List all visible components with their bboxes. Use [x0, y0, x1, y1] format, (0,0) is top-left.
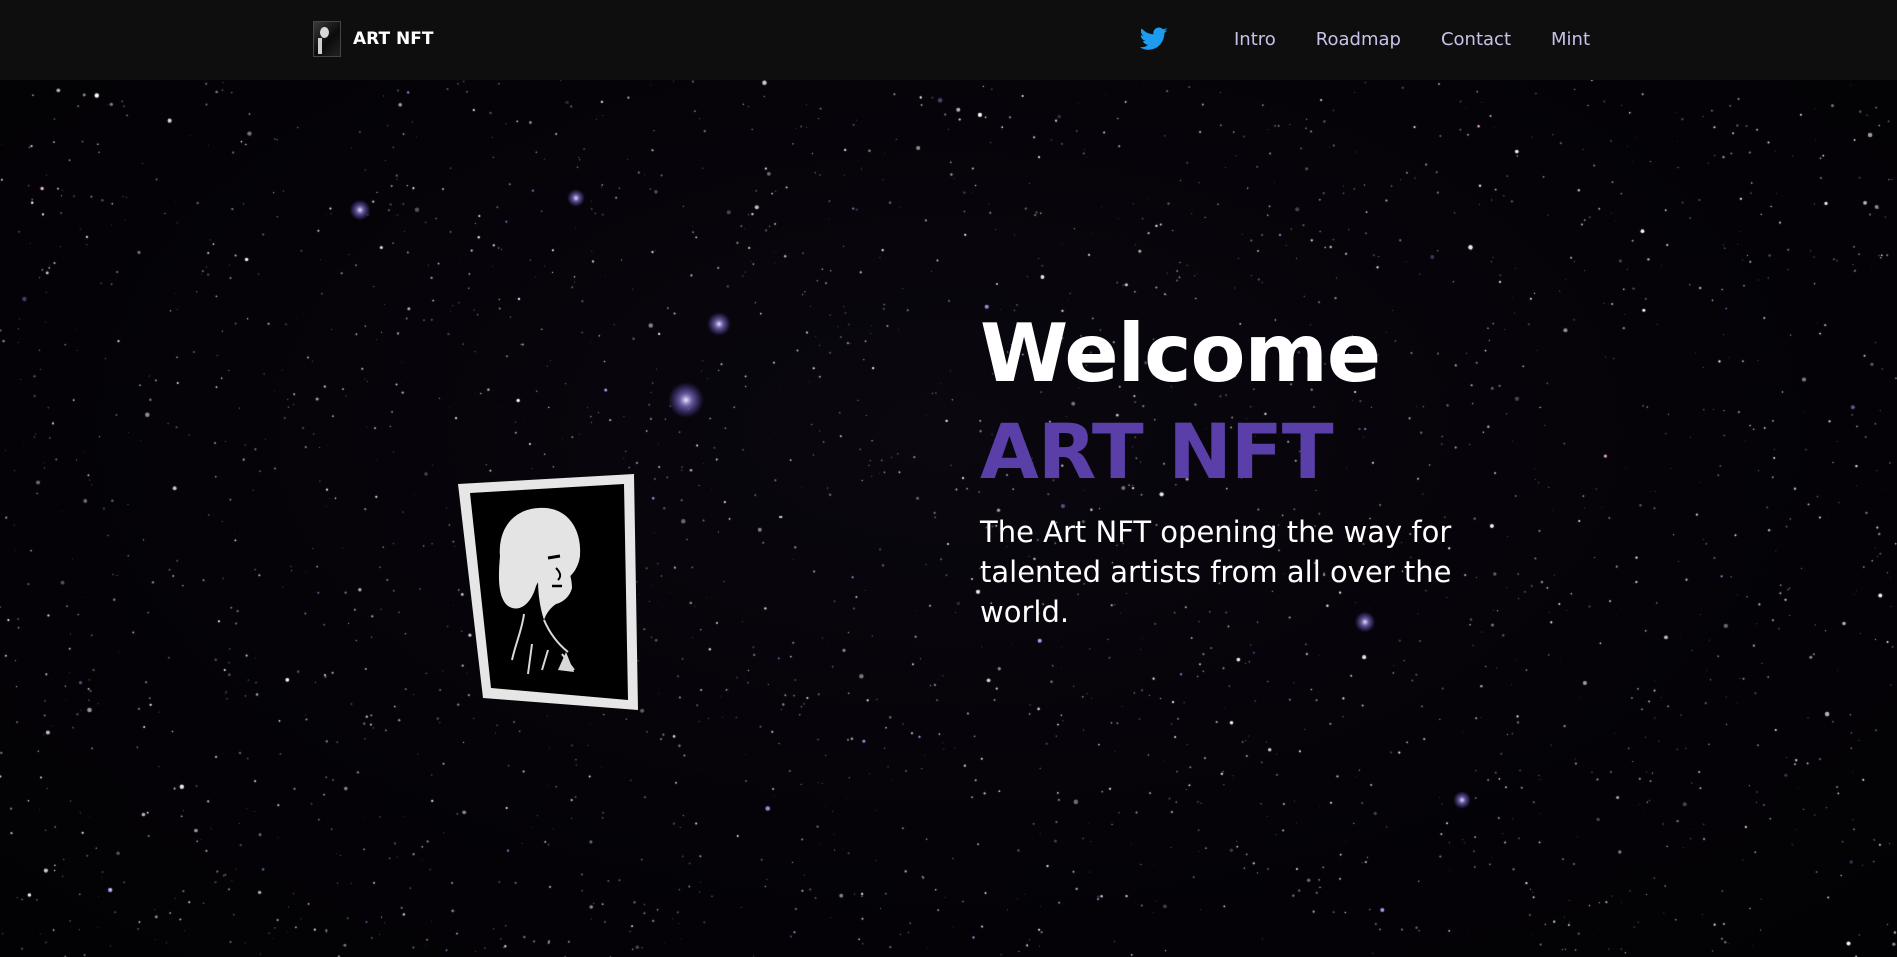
navbar: ART NFT Intro Roadmap Contact Mint [0, 0, 1897, 80]
hero-section: Welcome ART NFT The Art NFT opening the … [0, 80, 1897, 957]
hero-title: Welcome [980, 307, 1381, 400]
hero-subtitle: ART NFT [980, 407, 1334, 496]
main-nav: Intro Roadmap Contact Mint [1140, 22, 1590, 56]
framed-portrait-icon [458, 474, 638, 714]
hero-tagline: The Art NFT opening the way for talented… [980, 515, 1452, 629]
artwork-illustration [458, 474, 638, 710]
nav-link-contact[interactable]: Contact [1441, 29, 1511, 50]
brand[interactable]: ART NFT [313, 20, 433, 58]
nav-link-mint[interactable]: Mint [1551, 29, 1590, 50]
twitter-icon [1140, 27, 1168, 50]
nav-link-roadmap[interactable]: Roadmap [1316, 29, 1401, 50]
hero-text: Welcome ART NFT The Art NFT opening the … [980, 306, 1500, 632]
portrait-logo-icon [313, 21, 341, 57]
twitter-link[interactable] [1140, 27, 1168, 51]
nav-link-intro[interactable]: Intro [1234, 29, 1276, 50]
brand-name: ART NFT [353, 29, 434, 49]
starfield-background [0, 80, 1897, 957]
